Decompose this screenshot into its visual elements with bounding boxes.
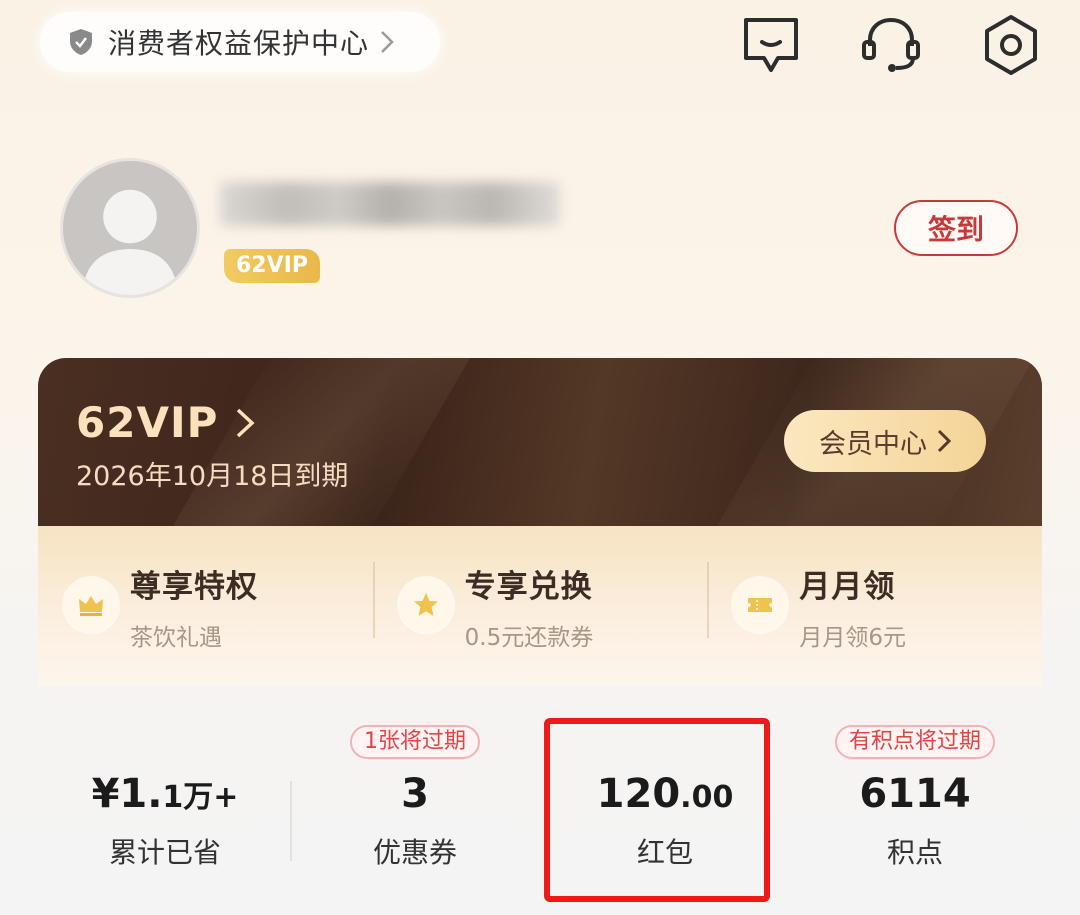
stat-value: 3 [401, 771, 429, 817]
stat-coupons[interactable]: 1张将过期 3 优惠券 [290, 715, 540, 905]
consumer-protection-center-link[interactable]: 消费者权益保护中心 [40, 12, 440, 72]
crown-icon [64, 578, 118, 632]
perk-title: 月月领 [799, 568, 896, 605]
stat-label: 优惠券 [372, 836, 457, 869]
perk-title: 尊享特权 [130, 568, 258, 605]
coupon-expiry-badge: 1张将过期 [350, 725, 480, 759]
perk-monthly-claim[interactable]: 月月领 月月领6元 [707, 526, 1042, 686]
avatar[interactable] [60, 158, 200, 298]
shield-icon [70, 29, 92, 55]
settings-icon[interactable] [978, 12, 1044, 78]
customer-service-icon[interactable] [858, 12, 924, 78]
stat-value: ¥1.1万+ [91, 771, 239, 817]
chevron-right-icon [937, 429, 951, 453]
member-center-label: 会员中心 [819, 428, 927, 460]
account-stats-row: ¥1.1万+ 累计已省 1张将过期 3 优惠券 120.00 红包 有积点将过期… [40, 715, 1040, 905]
perk-title: 专享兑换 [464, 568, 593, 605]
chevron-right-icon [381, 31, 394, 53]
perk-exclusive-exchange[interactable]: 专享兑换 0.5元还款券 [372, 526, 708, 686]
ticket-icon [733, 578, 788, 632]
vip-level-label: 62VIP [76, 398, 219, 447]
perk-subtitle: 茶饮礼遇 [130, 624, 222, 651]
stat-label: 累计已省 [108, 836, 221, 869]
vip-level-tag: 62VIP [224, 249, 320, 283]
consumer-protection-center-label: 消费者权益保护中心 [108, 27, 370, 60]
vip-expire-date: 2026年10月18日到期 [76, 461, 349, 492]
red-packet-highlight-box [544, 718, 770, 902]
vip-level-link[interactable]: 62VIP [76, 398, 256, 447]
blurred-username [220, 182, 560, 226]
vip-membership-card[interactable]: 62VIP 2026年10月18日到期 会员中心 [38, 358, 1042, 526]
perk-exclusive-privilege[interactable]: 尊享特权 茶饮礼遇 [38, 526, 373, 686]
vip-perks-row: 尊享特权 茶饮礼遇 专享兑换 0.5元还款券 月月领 月月领6元 [38, 526, 1042, 686]
stat-value: 6114 [859, 771, 971, 817]
perk-subtitle: 月月领6元 [799, 624, 906, 651]
signin-button[interactable]: 签到 [894, 200, 1018, 256]
stat-points[interactable]: 有积点将过期 6114 积点 [790, 715, 1040, 905]
member-center-button[interactable]: 会员中心 [784, 410, 986, 472]
stat-label: 积点 [886, 836, 943, 869]
chevron-right-icon [237, 408, 255, 437]
message-icon[interactable] [738, 12, 804, 78]
stat-total-saved[interactable]: ¥1.1万+ 累计已省 [40, 715, 290, 905]
star-icon [398, 578, 453, 632]
points-expiry-badge: 有积点将过期 [834, 725, 996, 759]
perk-subtitle: 0.5元还款券 [464, 624, 594, 651]
